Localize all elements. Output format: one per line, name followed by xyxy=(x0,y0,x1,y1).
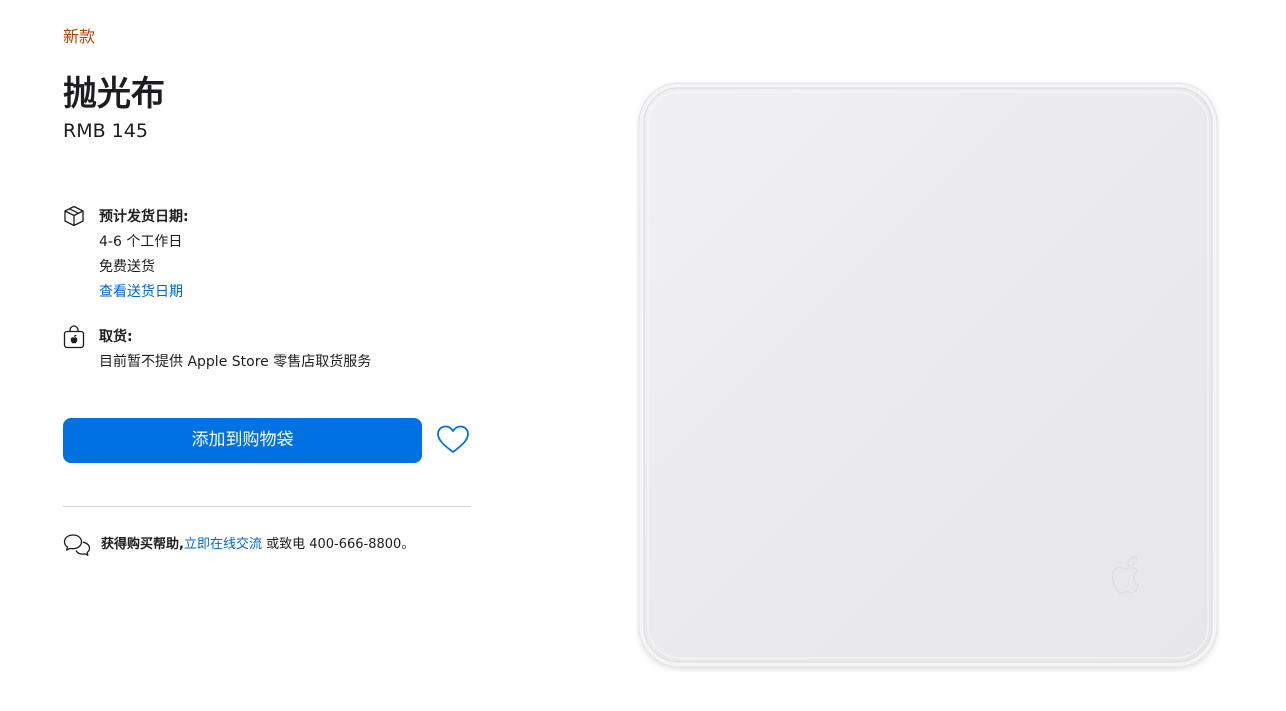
view-delivery-dates-link[interactable]: 查看送货日期 xyxy=(99,284,183,300)
product-page: 新款 抛光布 RMB 145 预计发货日期: 4-6 个工作日 免费送货 查看送… xyxy=(0,0,1286,711)
chat-now-link[interactable]: 立即在线交流 xyxy=(184,537,262,552)
shopping-bag-icon xyxy=(63,325,85,349)
delivery-heading: 预计发货日期: xyxy=(99,209,189,225)
chat-bubbles-icon xyxy=(63,533,91,557)
add-to-bag-button[interactable]: 添加到购物袋 xyxy=(63,418,422,463)
free-shipping-text: 免费送货 xyxy=(99,259,155,275)
new-badge: 新款 xyxy=(63,27,96,46)
product-title: 抛光布 xyxy=(63,74,165,114)
pickup-heading: 取货: xyxy=(99,329,133,345)
box-icon xyxy=(63,205,85,227)
heart-icon[interactable] xyxy=(435,422,471,458)
product-price: RMB 145 xyxy=(63,120,148,142)
purchase-help: 获得购买帮助,立即在线交流 或致电 400-666-8800。 xyxy=(63,532,483,558)
product-image xyxy=(636,80,1220,672)
pickup-status: 目前暂不提供 Apple Store 零售店取货服务 xyxy=(99,354,372,370)
help-phone-text: 或致电 400-666-8800。 xyxy=(261,537,415,552)
help-lead-text: 获得购买帮助, xyxy=(101,537,184,552)
divider xyxy=(63,506,471,507)
delivery-eta: 4-6 个工作日 xyxy=(99,234,183,250)
